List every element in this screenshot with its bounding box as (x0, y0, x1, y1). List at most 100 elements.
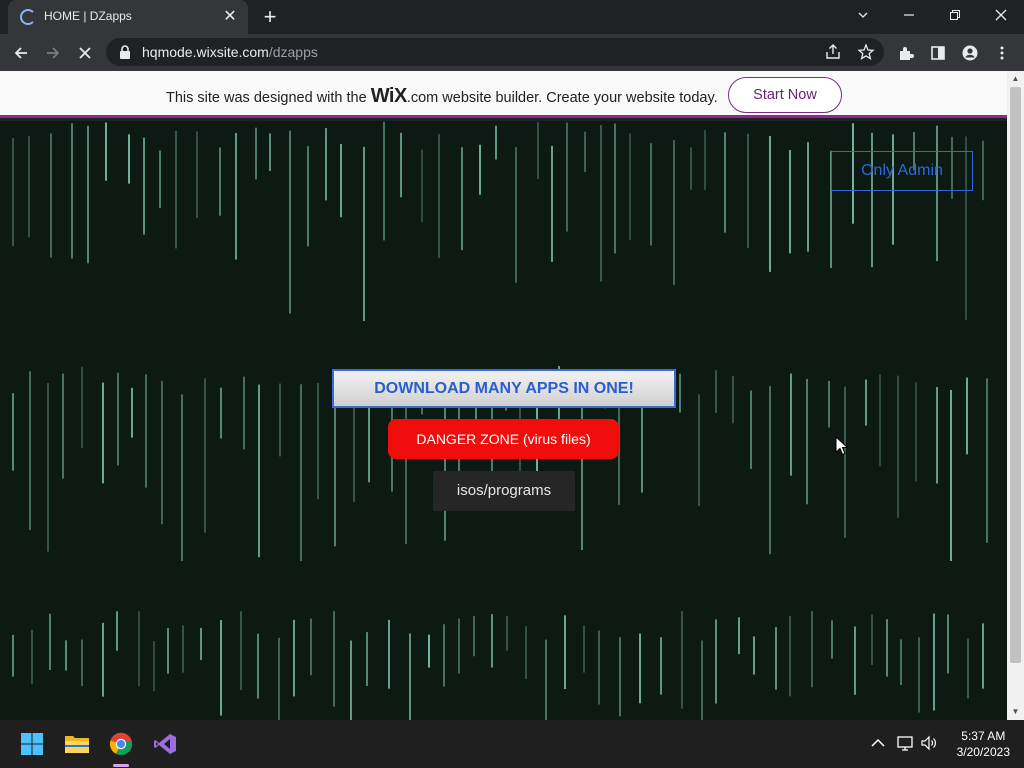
system-clock[interactable]: 5:37 AM 3/20/2023 (957, 728, 1010, 760)
start-now-button[interactable]: Start Now (728, 77, 842, 113)
rain-streak (138, 611, 140, 687)
rain-streak (293, 619, 295, 697)
rain-streak (831, 620, 833, 659)
scroll-up-icon[interactable]: ▲ (1011, 74, 1020, 83)
rain-streak (131, 387, 133, 438)
rain-streak (12, 137, 14, 247)
share-icon[interactable] (824, 43, 842, 61)
back-icon[interactable] (8, 40, 34, 66)
rain-streak (116, 611, 118, 651)
rain-streak (600, 125, 602, 282)
rain-streak (473, 616, 475, 657)
rain-streak (128, 134, 130, 184)
side-panel-icon[interactable] (925, 40, 951, 66)
network-icon[interactable] (896, 734, 914, 752)
extensions-icon[interactable] (893, 40, 919, 66)
rain-streak (240, 611, 242, 691)
rain-streak (886, 619, 888, 677)
wix-logo[interactable]: WiX (371, 85, 408, 107)
file-explorer-icon[interactable] (61, 728, 93, 760)
scroll-down-icon[interactable]: ▼ (1011, 707, 1020, 716)
download-apps-button[interactable]: DOWNLOAD MANY APPS IN ONE! (332, 369, 676, 408)
scrollbar-thumb[interactable] (1010, 87, 1021, 663)
rain-streak (289, 130, 291, 314)
close-tab-icon[interactable]: ✕ (220, 7, 240, 27)
chrome-icon[interactable] (105, 728, 137, 760)
rain-streak (545, 639, 547, 720)
rain-streak (915, 382, 917, 482)
rain-streak (769, 135, 771, 272)
forward-icon[interactable] (40, 40, 66, 66)
tab-search-icon[interactable] (840, 0, 886, 30)
rain-streak (220, 387, 222, 439)
rain-streak (679, 373, 681, 413)
vertical-scrollbar[interactable]: ▲ ▼ (1007, 71, 1024, 720)
rain-streak (650, 143, 652, 246)
rain-streak (844, 386, 846, 538)
rain-streak (724, 132, 726, 233)
rain-streak (715, 619, 717, 704)
lock-icon[interactable] (118, 44, 132, 60)
rain-streak (219, 147, 221, 216)
rain-streak (619, 637, 621, 717)
show-hidden-icons-chevron-icon[interactable] (869, 734, 887, 752)
loading-spinner-icon (20, 9, 36, 25)
menu-kebab-icon[interactable] (989, 40, 1015, 66)
rain-streak (366, 632, 368, 686)
windows-start-icon[interactable] (16, 728, 48, 760)
rain-streak (196, 131, 198, 218)
rain-streak (159, 150, 161, 208)
rain-streak (161, 380, 163, 525)
rain-streak (807, 142, 809, 252)
browser-tab[interactable]: HOME | DZapps ✕ (8, 0, 248, 34)
rain-streak (461, 147, 463, 251)
clock-date: 3/20/2023 (956, 745, 1010, 759)
rain-streak (525, 626, 527, 679)
rain-streak (350, 640, 352, 720)
visual-studio-icon[interactable] (149, 728, 181, 760)
rain-streak (438, 134, 440, 258)
profile-icon[interactable] (957, 40, 983, 66)
rain-streak (325, 128, 327, 201)
rain-streak (102, 622, 104, 697)
rain-streak (81, 366, 83, 449)
rain-streak (479, 144, 481, 195)
restore-button[interactable] (932, 0, 978, 30)
address-bar[interactable]: hqmode.wixsite.com/dzapps (106, 38, 884, 66)
rain-streak (690, 147, 692, 190)
isos-programs-button[interactable]: isos/programs (433, 471, 575, 511)
close-window-button[interactable] (978, 0, 1024, 30)
rain-streak (363, 146, 365, 321)
rain-streak (257, 633, 259, 699)
bookmark-star-icon[interactable] (857, 43, 875, 61)
rain-streak (117, 372, 119, 466)
rain-streak (897, 375, 899, 518)
rain-streak (936, 125, 938, 262)
stop-loading-icon[interactable] (72, 40, 98, 66)
rain-streak (200, 627, 202, 660)
rain-streak (673, 140, 675, 285)
rain-streak (629, 133, 631, 240)
rain-streak (47, 383, 49, 552)
rain-streak (564, 615, 566, 690)
only-admin-button[interactable]: Only Admin (831, 151, 973, 191)
rain-streak (334, 388, 336, 547)
rain-streak (583, 625, 585, 673)
rain-streak (828, 380, 830, 428)
danger-zone-button[interactable]: DANGER ZONE (virus files) (388, 419, 619, 459)
rain-streak (102, 382, 104, 484)
rain-streak (269, 133, 271, 171)
rain-streak (29, 371, 31, 531)
rain-streak (806, 378, 808, 505)
rain-streak (243, 376, 245, 450)
rain-streak (811, 611, 813, 688)
rain-streak (865, 379, 867, 426)
minimize-button[interactable] (886, 0, 932, 30)
rain-streak (753, 636, 755, 675)
rain-streak (71, 123, 73, 259)
rain-streak (950, 389, 952, 561)
url-text[interactable]: hqmode.wixsite.com/dzapps (142, 44, 318, 60)
new-tab-button[interactable]: + (258, 5, 282, 29)
rain-streak (747, 133, 749, 249)
volume-icon[interactable] (920, 734, 938, 752)
